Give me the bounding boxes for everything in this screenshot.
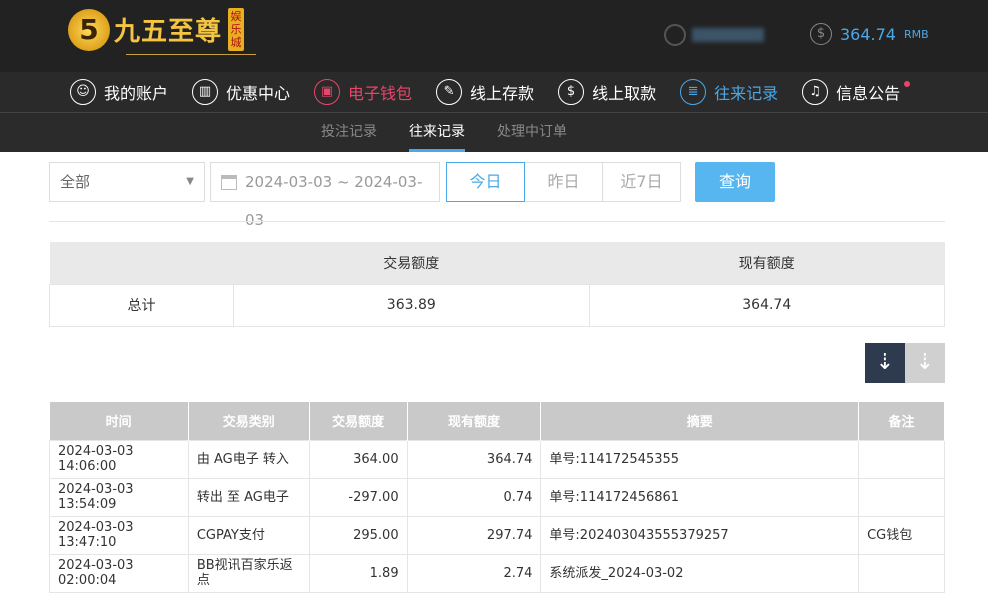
deposit-icon: ✎ bbox=[436, 79, 463, 105]
nav-item-user[interactable]: ☺ 我的账户 bbox=[70, 72, 168, 112]
table-cell: 由 AG电子 转入 bbox=[187, 439, 310, 479]
notification-dot bbox=[904, 81, 911, 87]
nav-item-bell[interactable]: ♫ 信息公告 bbox=[802, 72, 911, 112]
nav-item-label: 线上存款 bbox=[470, 84, 535, 103]
table-cell: 295.00 bbox=[308, 515, 408, 555]
summary-header bbox=[49, 242, 234, 284]
type-select[interactable]: 全部 ▼ bbox=[49, 162, 205, 202]
logo[interactable]: 5 九五至尊 娱乐城 bbox=[68, 8, 256, 55]
nav-item-label: 线上取款 bbox=[592, 84, 657, 103]
table-cell: 2024-03-03 13:47:10 bbox=[49, 515, 189, 555]
table-cell: 单号:114172545355 bbox=[540, 439, 860, 479]
column-header: 交易额度 bbox=[309, 402, 408, 440]
summary-header: 交易额度 bbox=[233, 242, 590, 284]
table-row: 2024-03-03 13:47:10 CGPAY支付 295.00 297.74 单号… bbox=[49, 515, 945, 555]
table-cell: 2024-03-03 02:00:04 bbox=[49, 553, 189, 593]
sort-controls: ⇣ ⇣ bbox=[865, 343, 945, 383]
table-cell: -297.00 bbox=[308, 477, 408, 517]
column-header: 现有额度 bbox=[407, 402, 542, 440]
balance-amount: 364.74 bbox=[840, 24, 896, 44]
query-button[interactable]: 查询 bbox=[695, 162, 775, 202]
summary-header: 现有额度 bbox=[589, 242, 945, 284]
sub-nav: 投注记录 往来记录 处理中订单 bbox=[0, 113, 988, 152]
main-nav: ☺ 我的账户 ▥ 优惠中心 ▣ 电子钱包 ✎ 线上存款 $ 线上取款 ≣ 往来记录 ♫ 信息公告 bbox=[0, 72, 988, 113]
logo-name: 九五至尊 bbox=[114, 17, 223, 47]
wallet-icon: ▣ bbox=[314, 79, 341, 105]
table-cell: 系统派发_2024-03-02 bbox=[540, 553, 860, 593]
nav-item-label: 我的账户 bbox=[104, 84, 169, 103]
table-cell bbox=[858, 477, 945, 517]
column-header: 交易类别 bbox=[188, 402, 310, 440]
logo-ornament bbox=[126, 54, 256, 55]
nav-item-deposit[interactable]: ✎ 线上存款 bbox=[436, 72, 534, 112]
nav-item-records[interactable]: ≣ 往来记录 bbox=[680, 72, 778, 112]
table-cell: 单号:114172456861 bbox=[540, 477, 860, 517]
sort-asc-icon[interactable]: ⇣ bbox=[905, 343, 945, 383]
nav-item-wallet[interactable]: ▣ 电子钱包 bbox=[314, 72, 412, 112]
logo-tag: 娱乐城 bbox=[228, 8, 245, 51]
summary-table: 交易额度 现有额度 总计 363.89 364.74 bbox=[48, 242, 946, 327]
table-cell bbox=[858, 553, 945, 593]
summary-label: 总计 bbox=[48, 283, 235, 327]
table-cell: CGPAY支付 bbox=[187, 515, 310, 555]
table-row: 2024-03-03 02:00:04 BB视讯百家乐返点 1.89 2.74 系统派发… bbox=[49, 553, 945, 593]
nav-item-label: 电子钱包 bbox=[348, 84, 413, 103]
tab-transaction-records[interactable]: 往来记录 bbox=[409, 113, 465, 152]
date-range-input[interactable]: 2024-03-03 ~ 2024-03-03 bbox=[210, 162, 440, 229]
balance-currency: RMB bbox=[903, 27, 929, 41]
chevron-down-icon: ▼ bbox=[186, 176, 194, 187]
table-cell: 297.74 bbox=[406, 515, 542, 555]
logo-emblem: 5 bbox=[68, 8, 110, 51]
nav-item-label: 优惠中心 bbox=[226, 84, 291, 103]
withdraw-icon: $ bbox=[558, 79, 585, 105]
gift-icon: ▥ bbox=[192, 79, 219, 105]
table-cell: 2024-03-03 14:06:00 bbox=[49, 439, 189, 479]
divider bbox=[49, 221, 945, 222]
type-select-value: 全部 bbox=[60, 173, 91, 191]
nav-item-label: 信息公告 bbox=[836, 84, 901, 103]
summary-current-balance: 364.74 bbox=[588, 283, 946, 327]
today-button[interactable]: 今日 bbox=[446, 162, 525, 202]
table-cell: BB视讯百家乐返点 bbox=[187, 553, 310, 593]
header: 5 九五至尊 娱乐城 $ 364.74 RMB bbox=[0, 0, 988, 72]
summary-transaction-amount: 363.89 bbox=[233, 283, 590, 327]
sort-desc-icon[interactable]: ⇣ bbox=[865, 343, 905, 383]
table-cell: 1.89 bbox=[308, 553, 408, 593]
table-cell: 364.00 bbox=[308, 439, 408, 479]
user-info[interactable] bbox=[664, 24, 764, 46]
transactions-table: 时间 交易类别 交易额度 现有额度 摘要 备注 2024-03-03 14:06:00 由 … bbox=[49, 402, 945, 593]
column-header: 时间 bbox=[49, 402, 189, 440]
table-cell: 0.74 bbox=[406, 477, 542, 517]
balance: $ 364.74 RMB bbox=[810, 23, 929, 45]
nav-item-label: 往来记录 bbox=[714, 84, 779, 103]
table-cell: 2.74 bbox=[406, 553, 542, 593]
table-cell: 364.74 bbox=[406, 439, 542, 479]
records-icon: ≣ bbox=[680, 79, 707, 105]
user-icon: ☺ bbox=[70, 79, 96, 105]
table-row: 2024-03-03 13:54:09 转出 至 AG电子 -297.00 0.74 单… bbox=[49, 477, 945, 517]
table-cell: CG钱包 bbox=[858, 515, 945, 555]
dollar-icon: $ bbox=[810, 23, 832, 45]
tab-bet-records[interactable]: 投注记录 bbox=[321, 113, 377, 152]
bell-icon: ♫ bbox=[802, 79, 829, 105]
table-cell: 2024-03-03 13:54:09 bbox=[49, 477, 189, 517]
nav-item-gift[interactable]: ▥ 优惠中心 bbox=[192, 72, 290, 112]
calendar-icon bbox=[221, 175, 237, 190]
table-cell bbox=[858, 439, 945, 479]
last-7-days-button[interactable]: 近7日 bbox=[602, 162, 681, 202]
table-cell: 单号:202403043555379257 bbox=[540, 515, 860, 555]
nav-item-withdraw[interactable]: $ 线上取款 bbox=[558, 72, 656, 112]
table-row: 2024-03-03 14:06:00 由 AG电子 转入 364.00 364.74… bbox=[49, 439, 945, 479]
column-header: 摘要 bbox=[540, 402, 860, 440]
user-avatar-icon bbox=[664, 24, 686, 46]
table-cell: 转出 至 AG电子 bbox=[187, 477, 310, 517]
yesterday-button[interactable]: 昨日 bbox=[524, 162, 603, 202]
column-header: 备注 bbox=[858, 402, 945, 440]
tab-pending-orders[interactable]: 处理中订单 bbox=[497, 113, 567, 152]
username-redacted bbox=[692, 28, 764, 42]
